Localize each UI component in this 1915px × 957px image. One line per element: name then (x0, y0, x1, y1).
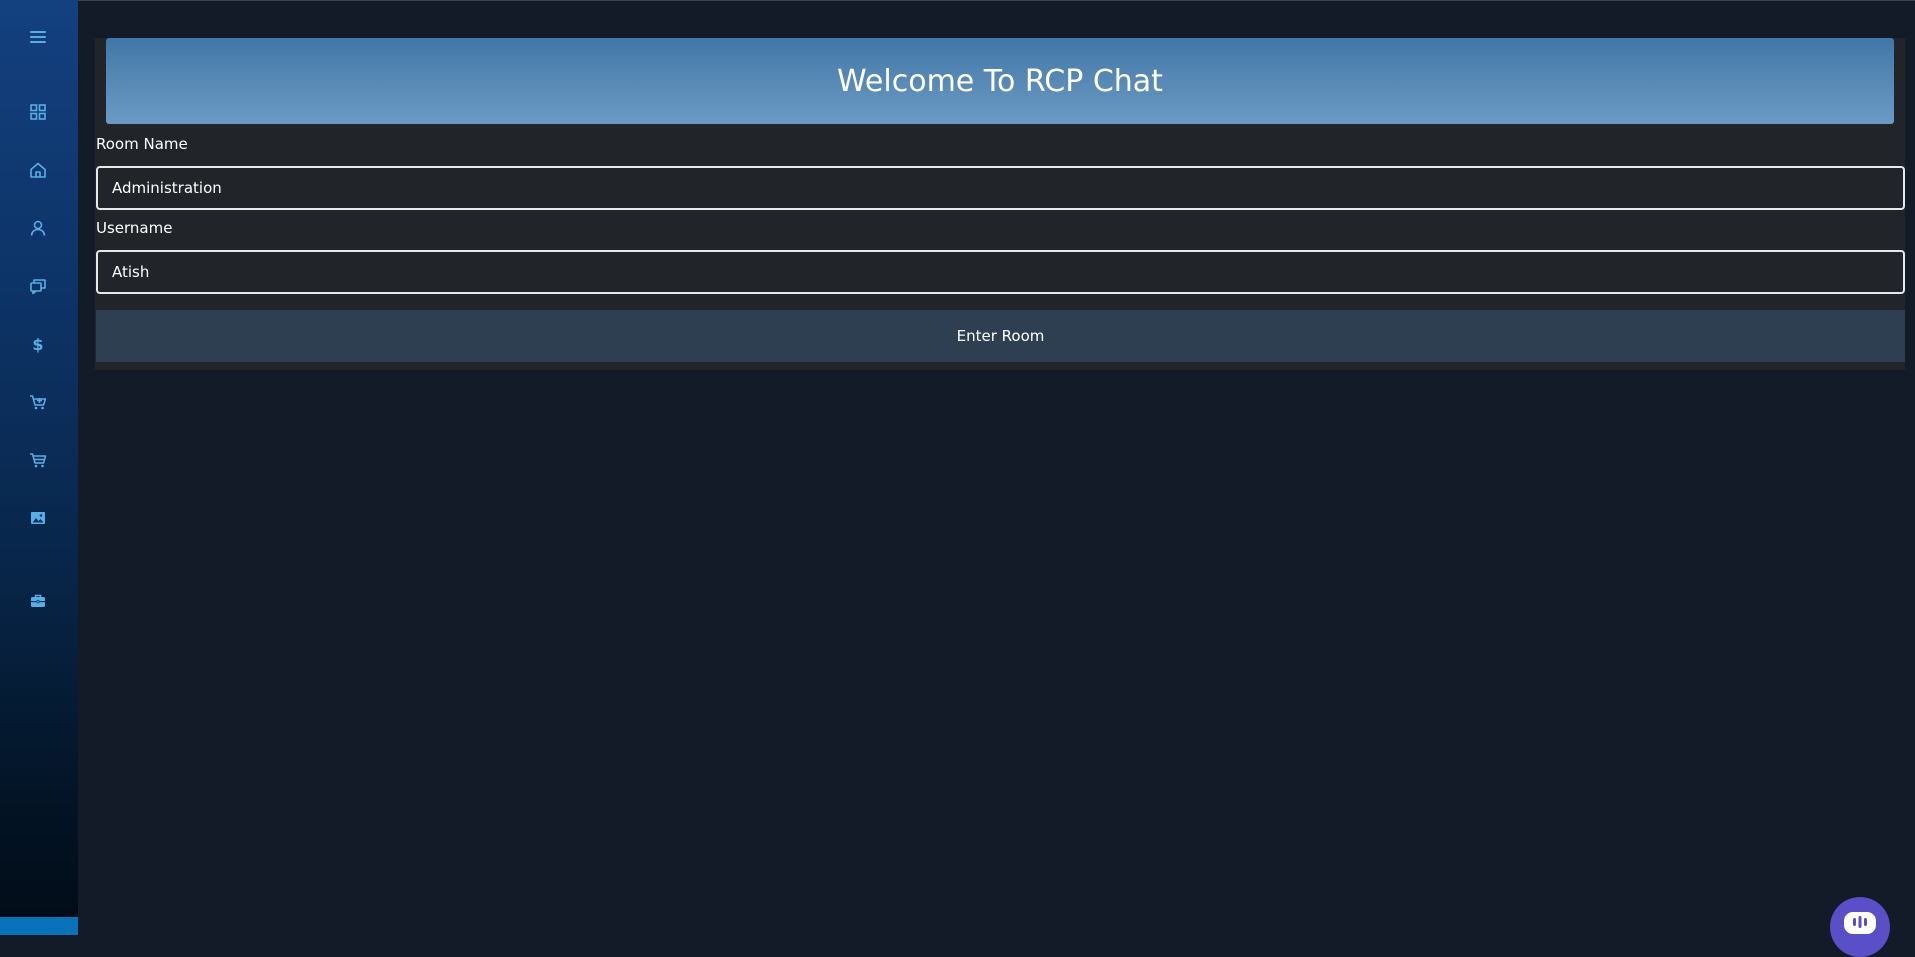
cart-add-icon[interactable] (27, 391, 49, 413)
chat-join-panel: Welcome To RCP Chat Room Name Username E… (95, 38, 1905, 370)
image-icon[interactable] (27, 507, 49, 529)
menu-icon[interactable] (27, 26, 49, 48)
username-input[interactable] (96, 250, 1905, 294)
user-icon[interactable] (27, 217, 49, 239)
dollar-icon[interactable]: $ (27, 333, 49, 355)
room-name-input[interactable] (96, 166, 1905, 210)
home-icon[interactable] (27, 159, 49, 181)
sidebar-footer-bar (0, 917, 78, 935)
chat-icon[interactable] (27, 275, 49, 297)
chat-bubble-icon (1844, 912, 1876, 934)
sidebar: $ (0, 0, 78, 935)
chat-widget-button[interactable] (1830, 897, 1890, 957)
welcome-banner: Welcome To RCP Chat (106, 38, 1894, 124)
room-name-label: Room Name (96, 135, 188, 153)
dashboard-icon[interactable] (27, 101, 49, 123)
enter-room-button[interactable]: Enter Room (96, 310, 1905, 362)
username-label: Username (96, 219, 173, 237)
briefcase-icon[interactable] (27, 590, 49, 612)
page-title: Welcome To RCP Chat (837, 63, 1163, 99)
svg-text:$: $ (32, 335, 43, 353)
cart-icon[interactable] (27, 449, 49, 471)
window-top-border (0, 0, 1915, 1)
